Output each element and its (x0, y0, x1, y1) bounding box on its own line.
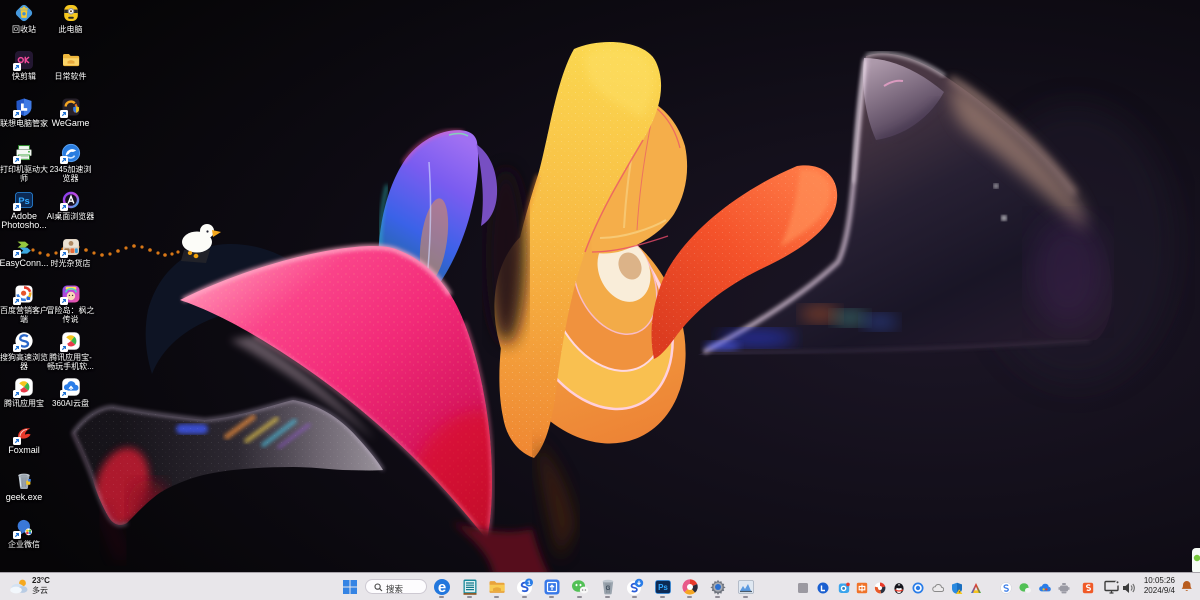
svg-text:Ps: Ps (658, 583, 668, 592)
svg-text:G: G (606, 586, 611, 592)
svg-text:e: e (438, 579, 446, 596)
svg-text:1: 1 (527, 580, 531, 587)
